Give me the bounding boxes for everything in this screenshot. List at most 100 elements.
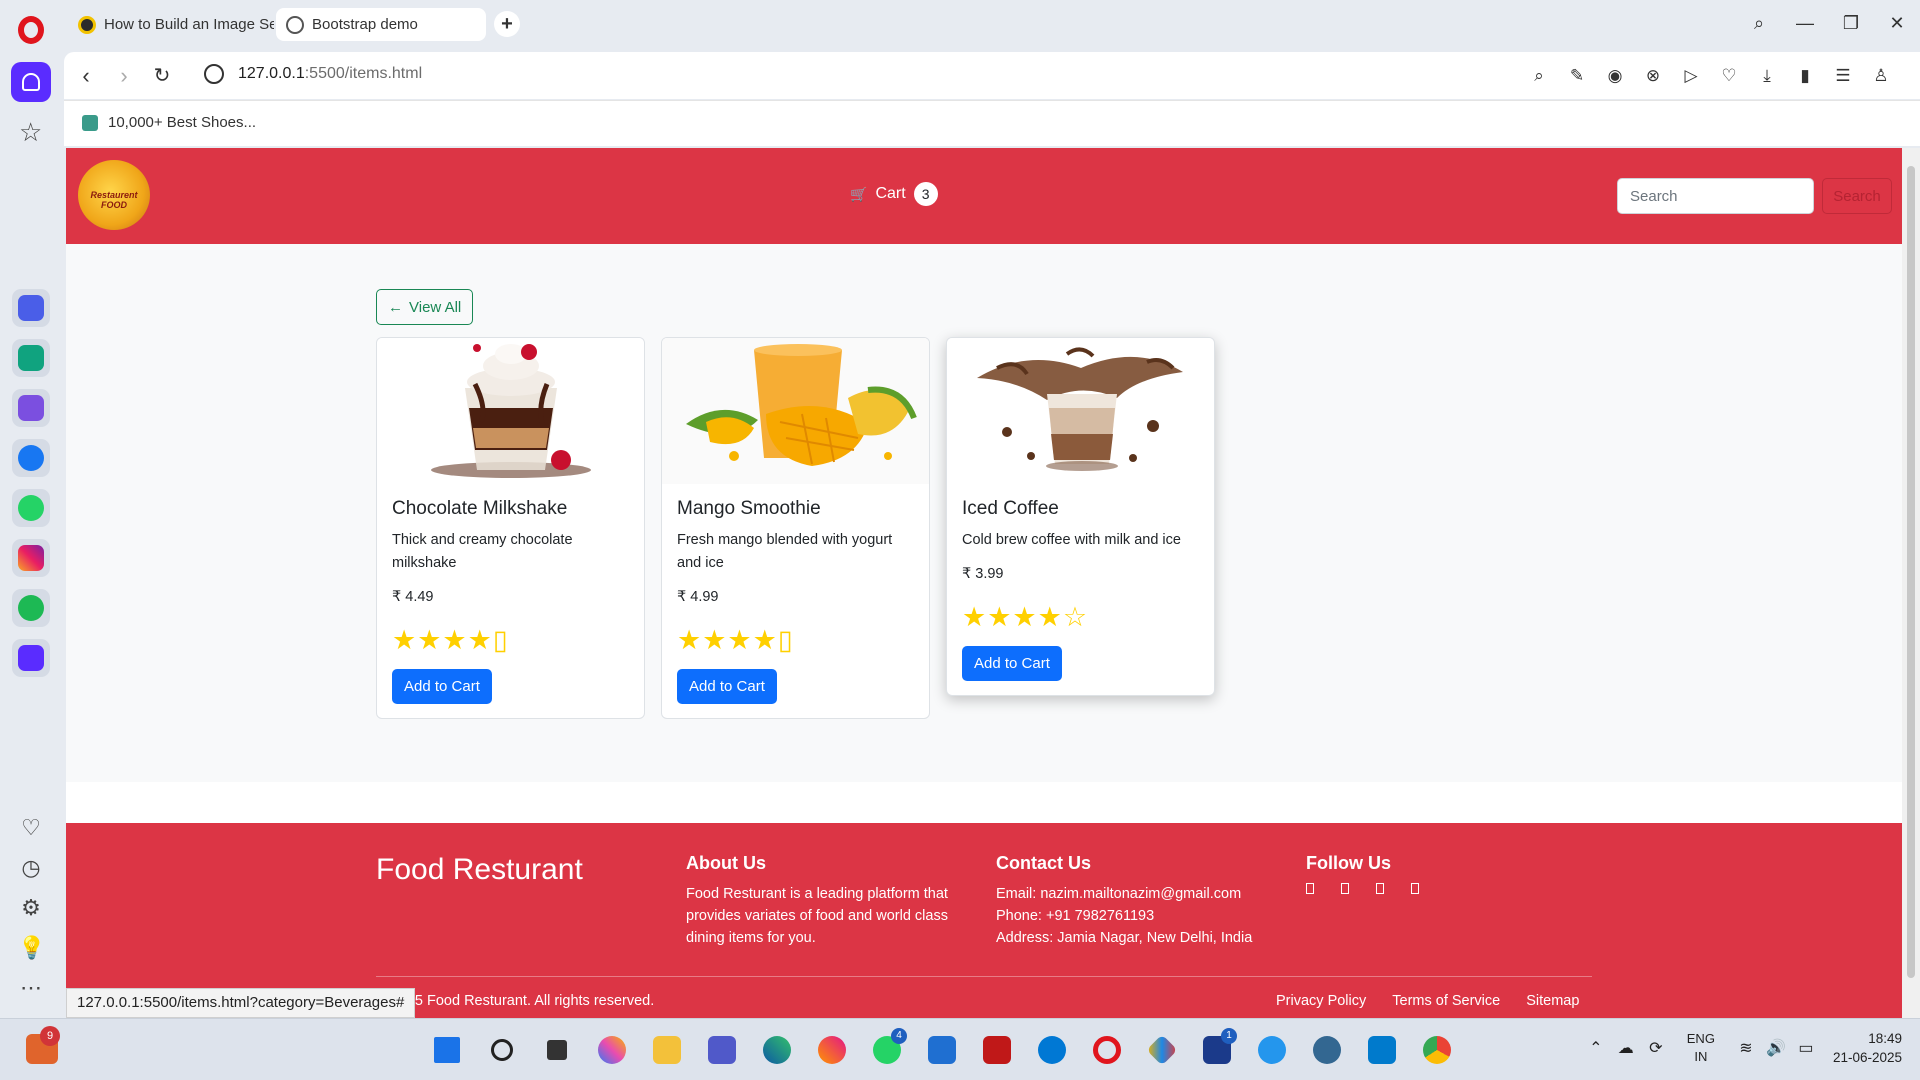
pinboard-heart-icon[interactable]: ♡ <box>1710 62 1748 90</box>
spotify-app-icon[interactable] <box>12 589 50 627</box>
new-tab-plus-icon[interactable]: + <box>494 11 520 37</box>
back-arrow-icon[interactable]: ‹ <box>70 60 102 92</box>
product-card[interactable]: Mango Smoothie Fresh mango blended with … <box>661 337 930 719</box>
logo-text: Restaurent FOOD <box>90 190 138 210</box>
url-field[interactable]: 127.0.0.1:5500/items.html <box>238 65 422 83</box>
postgresql-icon[interactable] <box>1304 1030 1350 1070</box>
star-rating: ★★★★▯ <box>392 625 509 655</box>
product-description: Cold brew coffee with milk and ice <box>962 532 1181 548</box>
edit-share-icon[interactable]: ✎ <box>1558 62 1596 90</box>
opera-taskbar-icon[interactable] <box>1084 1030 1130 1070</box>
camera-snapshot-icon[interactable]: ◉ <box>1596 62 1634 90</box>
mcafee-icon[interactable] <box>974 1030 1020 1070</box>
easy-setup-menu-icon[interactable]: ☰ <box>1824 62 1862 90</box>
onedrive-cloud-icon[interactable]: ☁ <box>1611 1038 1641 1058</box>
chevron-up-icon[interactable]: ⌃ <box>1581 1038 1611 1058</box>
add-to-cart-button[interactable]: Add to Cart <box>677 669 777 704</box>
sitemap-link[interactable]: Sitemap <box>1526 993 1579 1009</box>
restore-icon[interactable]: ❐ <box>1828 0 1874 46</box>
forward-arrow-icon[interactable]: › <box>108 60 140 92</box>
lightbulb-icon[interactable]: 💡 <box>18 935 45 961</box>
language-indicator[interactable]: ENG IN <box>1687 1030 1715 1066</box>
store-icon[interactable] <box>919 1030 965 1070</box>
vscode-icon[interactable] <box>1359 1030 1405 1070</box>
minimize-icon[interactable]: — <box>1782 0 1828 46</box>
chatgpt-app-icon[interactable] <box>12 339 50 377</box>
file-explorer-icon[interactable] <box>644 1030 690 1070</box>
product-price: ₹ 3.99 <box>962 566 1004 582</box>
sync-icon[interactable]: ⟳ <box>1641 1038 1671 1058</box>
opera-logo-icon[interactable] <box>18 16 44 44</box>
facebook-icon[interactable] <box>1306 883 1314 894</box>
weather-widget-icon[interactable]: 9 <box>26 1026 60 1064</box>
restaurant-logo[interactable]: Restaurent FOOD <box>78 160 150 230</box>
lang-region: IN <box>1694 1049 1708 1064</box>
adblock-shield-icon[interactable]: ⊗ <box>1634 62 1672 90</box>
search-button[interactable]: Search <box>1822 178 1892 214</box>
bookmark-label: 10,000+ Best Shoes... <box>108 114 257 131</box>
scrollbar-thumb[interactable] <box>1907 166 1915 978</box>
cart-link[interactable]: 🛒 Cart 3 <box>850 182 938 206</box>
search-input[interactable] <box>1617 178 1814 214</box>
close-window-icon[interactable]: ✕ <box>1874 0 1920 46</box>
teams-icon[interactable] <box>699 1030 745 1070</box>
product-price: ₹ 4.99 <box>677 589 719 605</box>
history-icon[interactable]: ◷ <box>18 855 44 881</box>
settings-gear-icon[interactable]: ⚙ <box>18 895 44 921</box>
footer-about: About Us Food Resturant is a leading pla… <box>686 853 976 949</box>
follow-title: Follow Us <box>1306 853 1391 873</box>
page-scrollbar[interactable] <box>1902 148 1920 1018</box>
search-tabs-icon[interactable]: ⌕ <box>1736 0 1782 46</box>
terms-of-service-link[interactable]: Terms of Service <box>1392 993 1500 1009</box>
view-all-button[interactable]: ← View All <box>376 289 474 325</box>
iced-coffee-illustration <box>977 347 1183 471</box>
more-dots-icon[interactable]: ⋯ <box>18 975 44 1001</box>
bookmark-best-shoes[interactable]: 10,000+ Best Shoes... <box>82 114 256 131</box>
settings-app-icon[interactable] <box>1029 1030 1075 1070</box>
search-icon[interactable] <box>479 1030 525 1070</box>
clock[interactable]: 18:49 21-06-2025 <box>1833 1029 1902 1067</box>
instagram-app-icon[interactable] <box>12 539 50 577</box>
battery-icon[interactable]: ▭ <box>1791 1038 1821 1058</box>
flow-send-icon[interactable]: ▷ <box>1672 62 1710 90</box>
start-windows-icon[interactable] <box>424 1030 470 1070</box>
product-card[interactable]: Iced Coffee Cold brew coffee with milk a… <box>946 337 1215 696</box>
add-to-cart-button[interactable]: Add to Cart <box>962 646 1062 681</box>
instagram-icon[interactable] <box>1376 883 1384 894</box>
task-view-icon[interactable] <box>534 1030 580 1070</box>
lens-search-icon[interactable]: ⌕ <box>1520 62 1558 90</box>
whatsapp-icon[interactable]: 4 <box>864 1028 910 1070</box>
aria-app-icon[interactable] <box>12 289 50 327</box>
add-to-cart-button[interactable]: Add to Cart <box>392 669 492 704</box>
chrome-icon[interactable] <box>1414 1030 1460 1070</box>
left-arrow-icon: ← <box>388 298 403 316</box>
twitter-icon[interactable] <box>1341 883 1349 894</box>
star-icon[interactable]: ☆ <box>19 119 42 145</box>
cs-app-icon[interactable] <box>12 389 50 427</box>
home-button[interactable] <box>11 62 51 102</box>
product-card[interactable]: Chocolate Milkshake Thick and creamy cho… <box>376 337 645 719</box>
site-info-globe-icon[interactable] <box>204 64 224 84</box>
tab-favicon-icon <box>78 15 96 34</box>
volume-icon[interactable]: 🔊 <box>1761 1038 1791 1058</box>
battery-saver-icon[interactable]: ▮ <box>1786 62 1824 90</box>
tab-bootstrap-demo[interactable]: Bootstrap demo <box>276 8 486 41</box>
firefox-icon[interactable] <box>809 1030 855 1070</box>
heart-icon[interactable]: ♡ <box>18 815 44 841</box>
reload-icon[interactable]: ↻ <box>146 60 178 92</box>
download-icon[interactable]: ⤓ <box>1748 62 1786 90</box>
linkedin-icon[interactable] <box>1411 883 1419 894</box>
tab-image-search[interactable]: How to Build an Image Se <box>68 8 274 41</box>
wifi-icon[interactable]: ≋ <box>1731 1038 1761 1058</box>
profile-icon[interactable]: ♙ <box>1862 62 1900 90</box>
edge-icon[interactable] <box>754 1030 800 1070</box>
view-all-label: View All <box>409 298 462 316</box>
player-app-icon[interactable] <box>12 639 50 677</box>
whatsapp-app-icon[interactable] <box>12 489 50 527</box>
l-app-icon[interactable]: 1 <box>1194 1028 1240 1070</box>
git-icon[interactable] <box>1139 1030 1185 1070</box>
privacy-policy-link[interactable]: Privacy Policy <box>1276 993 1366 1009</box>
docker-icon[interactable] <box>1249 1030 1295 1070</box>
copilot-icon[interactable] <box>589 1030 635 1070</box>
messenger-app-icon[interactable] <box>12 439 50 477</box>
